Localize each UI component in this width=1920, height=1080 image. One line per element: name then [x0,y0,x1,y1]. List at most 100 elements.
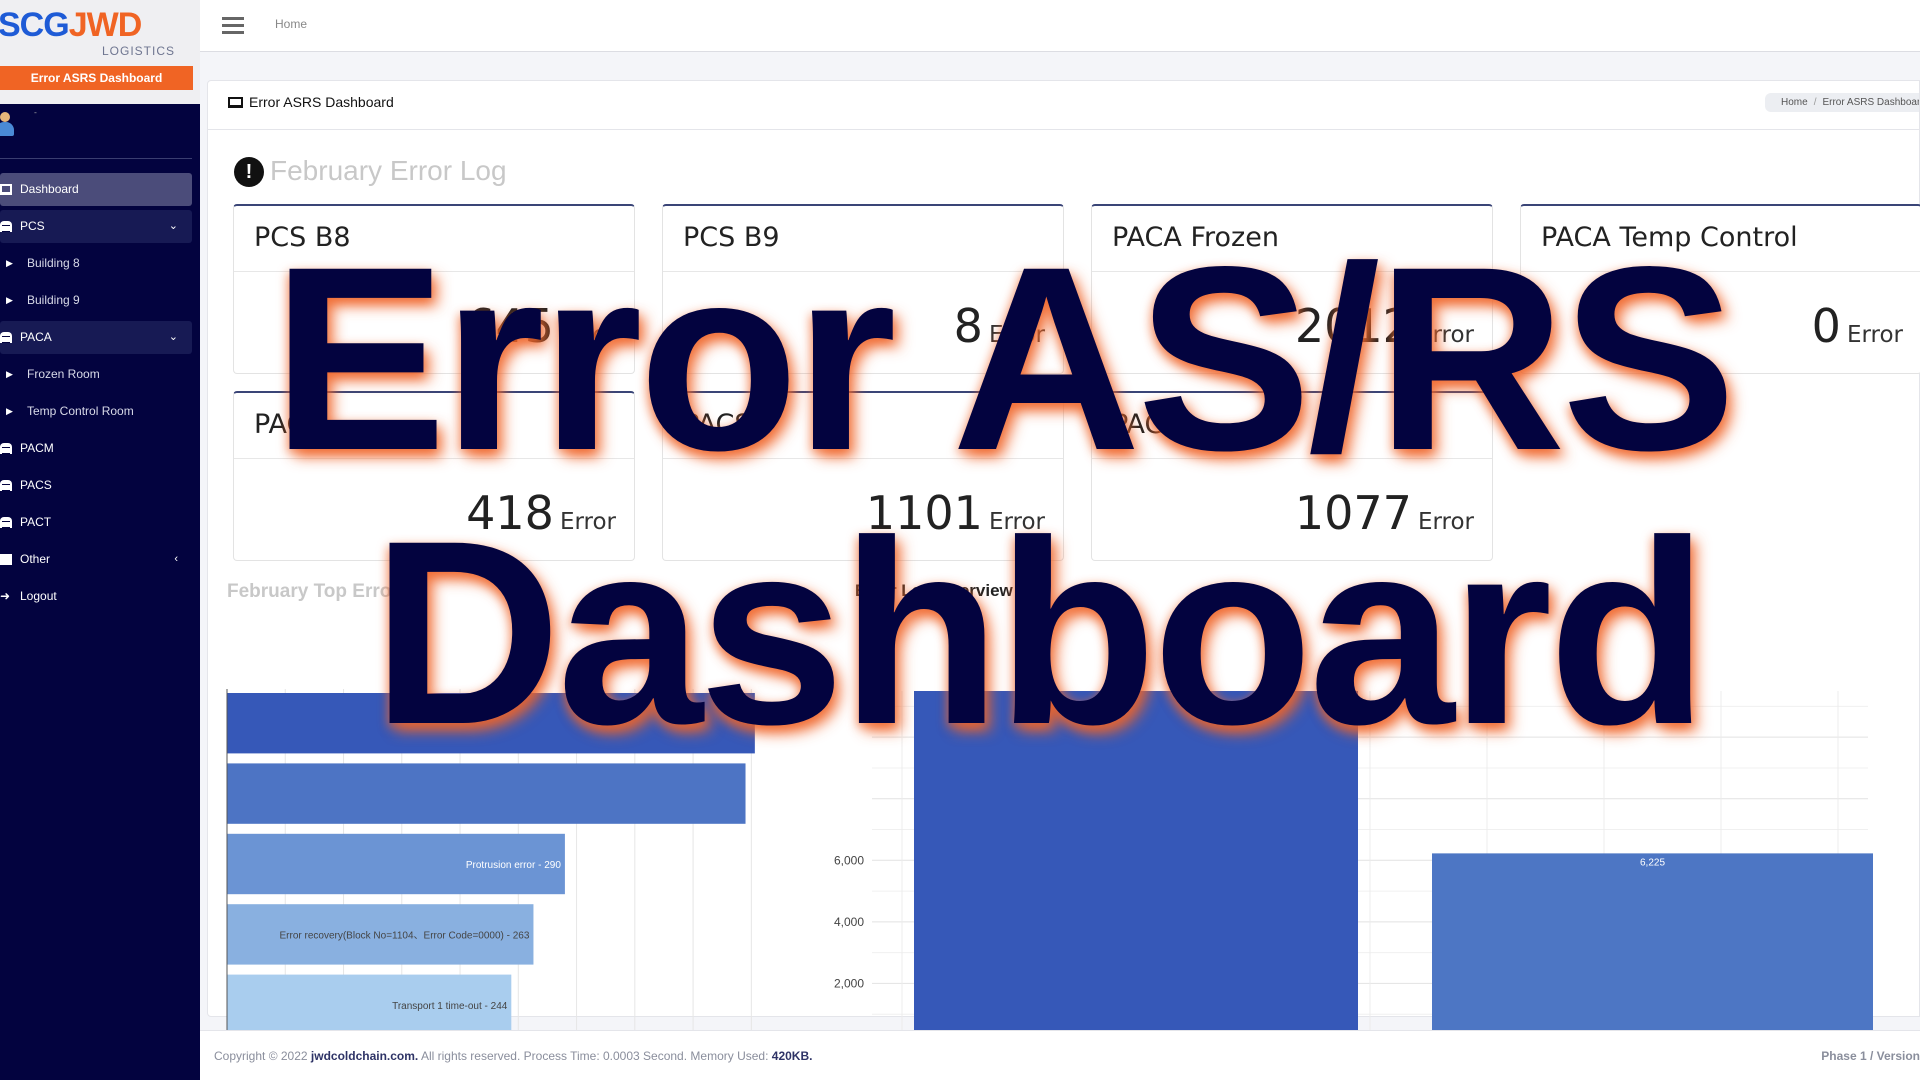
building-icon [0,517,12,528]
card-title: PACA Temp Control [1521,206,1920,272]
app-name-badge: Error ASRS Dashboard [0,66,193,90]
sidebar-nav: Dashboard PCS ⌄ ▶ Building 8 ▶ Building … [0,159,200,613]
error-unit: Error [1846,322,1903,348]
caret-right-icon: ▶ [6,258,13,268]
site-link[interactable]: jwdcoldchain.com. [311,1049,418,1063]
main-panel: Error ASRS Dashboard Home / Error ASRS Das… [207,80,1920,1069]
card-title: PACT [1092,393,1492,459]
error-count: 418 [466,486,554,540]
error-unit: Error [559,322,616,348]
process-info: All rights reserved. Process Time: 0.000… [420,1049,769,1063]
card-pcs-b8[interactable]: PCS B8 645 Error [233,204,635,374]
overview-chart-title: Error Log Overview [855,581,1013,600]
footer-version: Phase 1 / Version [1821,1049,1920,1063]
card-value: 418 Error [466,486,616,540]
building-icon [0,443,12,454]
sidebar-item-dashboard[interactable]: Dashboard [0,173,192,206]
card-paca-frozen[interactable]: PACA Frozen 2012 Error [1091,204,1493,374]
card-value: 0 Error [1812,299,1903,353]
card-pact[interactable]: PACT 1077 Error [1091,391,1493,561]
footer-copyright: Copyright © 2022 jwdcoldchain.com. All r… [214,1049,812,1063]
sidebar-subitem-building-9[interactable]: ▶ Building 9 [0,284,192,317]
sidebar-item-label: PACT [20,515,52,529]
breadcrumb-home[interactable]: Home [1781,97,1808,108]
caret-right-icon: ▶ [6,406,13,416]
error-count: 1077 [1294,486,1412,540]
bar-data-label: 6,225 [1640,857,1665,868]
footer: Copyright © 2022 jwdcoldchain.com. All r… [200,1030,1920,1080]
card-title: PCS B8 [234,206,634,272]
card-value: 1101 Error [866,486,1045,540]
sidebar-subitem-frozen-room[interactable]: ▶ Frozen Room [0,358,192,391]
top-errors-chart-title: February Top Errors [227,581,410,602]
bar-data-label: Error recovery(Block No=1104、Error Code=… [280,930,530,941]
error-unit: Error [988,322,1045,348]
overview-chart: 6,22502,0004,0006,000Dec 2023Dec 2023Jan… [834,691,1873,1068]
y-tick-label: 2,000 [834,976,864,990]
sidebar-item-pcs[interactable]: PCS ⌄ [0,210,192,243]
logout-icon: ➜ [0,589,11,603]
sidebar-subitem-label: Frozen Room [27,367,100,381]
brand-area: SCGJWD LOGISTICS Error ASRS Dashboard [0,0,200,104]
sidebar-item-label: PCS [20,219,45,233]
chevron-left-icon: ‹ [174,553,178,565]
building-icon [0,480,12,491]
memory-used: 420KB. [771,1049,813,1063]
y-tick-label: 6,000 [834,853,864,867]
page-title: Error ASRS Dashboard [228,94,394,110]
sidebar-item-paca[interactable]: PACA ⌄ [0,321,192,354]
top-home-link[interactable]: Home [275,17,307,31]
bar-data-label: Transport 1 time-out - 244 [392,1001,508,1012]
error-unit: Error [559,509,616,535]
chart-icon [0,554,12,565]
sidebar-item-pacs[interactable]: PACS [0,469,192,502]
card-value: 1077 Error [1295,486,1474,540]
top-bar: Home [200,0,1920,52]
sidebar-item-label: PACA [20,330,52,344]
card-title: PACS [663,393,1063,459]
sidebar-item-other[interactable]: Other ‹ [0,543,192,576]
sidebar-subitem-building-8[interactable]: ▶ Building 8 [0,247,192,280]
bar-data-label: Protrusion error - 290 [466,860,561,871]
error-unit: Error [1417,322,1474,348]
card-value: 2012 Error [1295,299,1474,353]
card-value: 8 Error [954,299,1045,353]
bar [1432,853,1873,1045]
user-panel: - [0,104,192,159]
error-count: 1101 [865,486,983,540]
card-title: PACM [234,393,634,459]
card-pcs-b9[interactable]: PCS B9 8 Error [662,204,1064,374]
section-title-text: February Error Log [270,155,507,186]
chevron-down-icon: ⌄ [168,331,178,343]
sidebar-item-label: Other [20,552,51,566]
panel-header: Error ASRS Dashboard Home / Error ASRS Das… [208,81,1919,130]
sidebar-subitem-temp-control-room[interactable]: ▶ Temp Control Room [0,395,192,428]
sidebar-item-label: PACS [20,478,52,492]
card-paca-temp-control[interactable]: PACA Temp Control 0 Error [1520,204,1920,374]
sidebar-item-pacm[interactable]: PACM [0,432,192,465]
bar [914,691,1358,1045]
card-pacm[interactable]: PACM 418 Error [233,391,635,561]
sidebar-subitem-label: Temp Control Room [27,404,134,418]
error-unit: Error [988,509,1045,535]
sidebar-item-pact[interactable]: PACT [0,506,192,539]
sidebar: SCGJWD LOGISTICS Error ASRS Dashboard - … [0,0,200,1080]
sidebar-item-label: PACM [20,441,54,455]
company-logo[interactable]: SCGJWD [0,6,142,45]
sidebar-item-label: Logout [20,589,57,603]
user-avatar-icon[interactable] [0,112,14,138]
y-tick-label: 4,000 [834,915,864,929]
breadcrumb-current: Error ASRS Dashboard [1822,97,1919,108]
logo-subtitle: LOGISTICS [102,44,176,58]
menu-toggle-icon[interactable] [222,17,244,35]
page-title-text: Error ASRS Dashboard [249,94,394,110]
top-errors-chart: Protrusion error - 290 Error recovery(Blo… [226,689,755,1069]
breadcrumb-separator: / [1813,97,1817,108]
caret-right-icon: ▶ [6,369,13,379]
error-count: 0 [1811,299,1841,353]
card-pacs[interactable]: PACS 1101 Error [662,391,1064,561]
card-title: PACA Frozen [1092,206,1492,272]
sidebar-item-logout[interactable]: ➜ Logout [0,580,192,613]
exclamation-icon: ! [234,157,264,187]
bar [227,763,746,824]
